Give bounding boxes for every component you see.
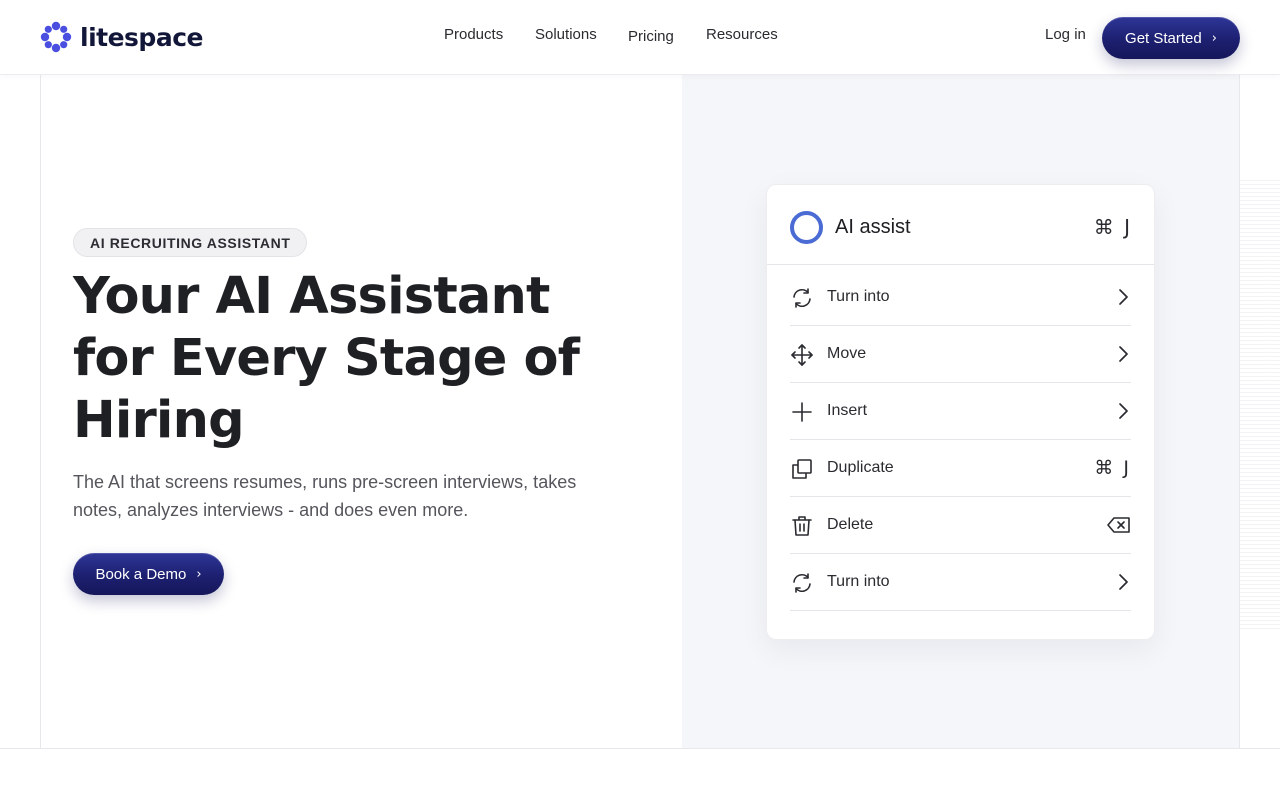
book-demo-button[interactable]: Book a Demo › [73, 553, 224, 595]
nav-pricing[interactable]: Pricing [628, 28, 674, 50]
refresh-icon [793, 573, 811, 593]
hero-title: Your AI Assistant for Every Stage of Hir… [73, 267, 580, 450]
ai-assist-header[interactable]: AI assist ⌘ J [767, 185, 1154, 265]
trash-icon [792, 516, 812, 536]
menu-item-label: Move [827, 345, 867, 362]
menu-item-label: Turn into [827, 288, 890, 305]
logo-text: litespace [80, 22, 203, 52]
nav-products[interactable]: Products [444, 26, 503, 48]
menu-item-duplicate[interactable]: Duplicate ⌘ J [790, 440, 1131, 497]
menu-item-delete[interactable]: Delete [790, 497, 1131, 554]
menu-item-label: Delete [827, 516, 874, 533]
chevron-right-icon [1119, 403, 1128, 419]
book-demo-label: Book a Demo [95, 565, 187, 583]
hero-subtitle: The AI that screens resumes, runs pre-sc… [73, 472, 577, 520]
menu-item-turn-into-2[interactable]: Turn into [790, 554, 1131, 611]
menu-item-move[interactable]: Move [790, 326, 1131, 383]
site-header: litespace Products Solutions Pricing Res… [0, 0, 1280, 75]
move-arrows-icon [791, 344, 813, 366]
decorative-stripes [1240, 180, 1280, 630]
nav-resources[interactable]: Resources [706, 26, 778, 48]
nav-solutions[interactable]: Solutions [535, 26, 597, 48]
menu-item-label: Turn into [827, 573, 890, 590]
ai-ring-icon [790, 211, 823, 244]
chevron-right-icon [1119, 289, 1128, 305]
refresh-icon [793, 288, 811, 308]
chevron-right-icon [1119, 346, 1128, 362]
ai-assist-shortcut: ⌘ J [1093, 215, 1132, 239]
get-started-button[interactable]: Get Started › [1102, 17, 1240, 59]
login-link[interactable]: Log in [1045, 26, 1086, 43]
logo[interactable]: litespace [40, 19, 203, 55]
get-started-label: Get Started [1125, 29, 1202, 47]
menu-item-turn-into[interactable]: Turn into [790, 269, 1131, 326]
menu-item-label: Duplicate [827, 459, 894, 476]
grid-line-left [40, 75, 41, 748]
duplicate-icon [792, 459, 812, 479]
ai-assist-menu: AI assist ⌘ J Turn into Move Insert Dupl… [766, 184, 1155, 640]
chevron-right-icon: › [1211, 31, 1217, 46]
grid-line-bottom [0, 748, 1280, 749]
menu-item-label: Insert [827, 402, 868, 419]
ai-assist-title: AI assist [835, 216, 911, 238]
duplicate-shortcut: ⌘ J [1094, 457, 1131, 479]
chevron-right-icon: › [196, 567, 202, 582]
logo-flower-icon [40, 21, 72, 53]
chevron-right-icon [1119, 574, 1128, 590]
plus-icon [792, 402, 812, 422]
backspace-icon [1107, 517, 1130, 533]
menu-item-insert[interactable]: Insert [790, 383, 1131, 440]
hero-badge: AI RECRUITING ASSISTANT [73, 228, 308, 257]
